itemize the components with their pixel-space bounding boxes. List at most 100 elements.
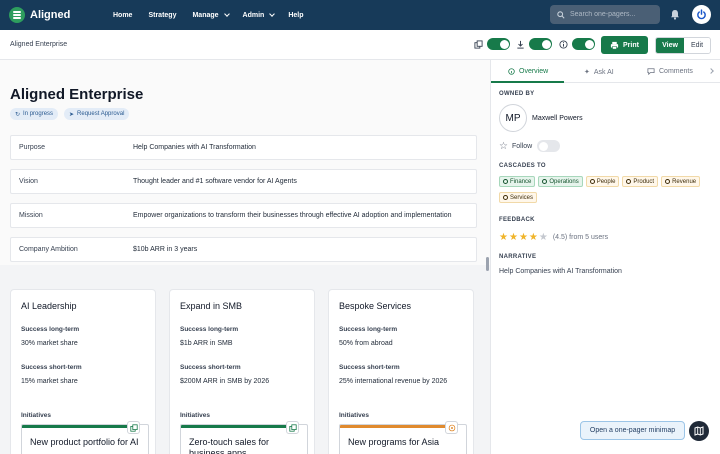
edit-button[interactable]: Edit — [684, 38, 710, 53]
copy-icon[interactable] — [127, 421, 140, 434]
nav-home[interactable]: Home — [113, 12, 132, 19]
copy-toggle-group — [474, 38, 510, 50]
star-icon: ★ — [499, 232, 508, 243]
initiative-name: Zero-touch sales for business apps — [189, 437, 270, 454]
view-edit-switch: View Edit — [655, 37, 711, 54]
app-name: Aligned — [30, 9, 71, 21]
request-approval-badge[interactable]: ➤ Request Approval — [64, 108, 130, 120]
active-tab-indicator — [491, 81, 564, 83]
nav-strategy[interactable]: Strategy — [148, 12, 176, 19]
status-badge[interactable]: ↻ In progress — [10, 108, 59, 120]
initiatives-label: Initiatives — [180, 412, 210, 419]
mission-row: Mission Empower organizations to transfo… — [10, 203, 477, 228]
initiative-name: New product portfolio for AI — [30, 437, 139, 447]
row-label: Company Ambition — [19, 246, 78, 253]
page-title: Aligned Enterprise — [10, 86, 144, 103]
avatar[interactable]: MP — [499, 104, 527, 132]
initiative-progress-bar — [181, 425, 289, 428]
narrative-text: Help Companies with AI Transformation — [499, 268, 622, 275]
objective-card[interactable]: Bespoke Services Success long-term 50% f… — [328, 289, 474, 454]
initiative-name: New programs for Asia — [348, 437, 440, 447]
page-toolbar: Aligned Enterprise Print View Edit — [0, 30, 720, 60]
row-label: Purpose — [19, 144, 46, 151]
panel-tabs: Overview ✦ Ask AI Comments — [491, 60, 720, 83]
tab-comments[interactable]: Comments — [647, 68, 693, 75]
card-title: Bespoke Services — [339, 301, 412, 311]
scroll-handle[interactable] — [486, 257, 489, 271]
long-term-value: 30% market share — [21, 340, 78, 347]
info-toggle[interactable] — [572, 38, 595, 50]
cascade-chip[interactable]: Operations — [538, 176, 583, 187]
top-navbar: Aligned Home Strategy Manage Admin Help — [0, 0, 720, 30]
copy-toggle[interactable] — [487, 38, 510, 50]
long-term-label: Success long-term — [339, 326, 398, 333]
logo[interactable]: Aligned — [9, 7, 103, 23]
cascades-list: Finance Operations People Product Revenu… — [499, 176, 714, 208]
tab-ask-ai[interactable]: ✦ Ask AI — [584, 68, 614, 77]
logo-icon — [9, 7, 25, 23]
star-icon: ★ — [508, 232, 518, 243]
star-icon: ★ — [528, 232, 538, 243]
print-button[interactable]: Print — [601, 36, 648, 54]
nav-admin[interactable]: Admin — [243, 11, 276, 19]
card-title: AI Leadership — [21, 301, 77, 311]
map-button[interactable] — [689, 421, 709, 441]
download-toggle[interactable] — [529, 38, 552, 50]
status-dot-icon — [665, 179, 671, 184]
copy-icon — [474, 39, 483, 49]
info-toggle-group — [559, 38, 595, 50]
short-term-label: Success short-term — [21, 364, 82, 371]
view-button[interactable]: View — [656, 38, 684, 53]
nav-help[interactable]: Help — [288, 12, 303, 19]
cascade-chip[interactable]: Finance — [499, 176, 536, 187]
status-dot-icon — [542, 179, 548, 184]
row-label: Mission — [19, 212, 43, 219]
tab-overview[interactable]: Overview — [508, 68, 548, 75]
download-toggle-group — [516, 38, 552, 50]
breadcrumb: Aligned Enterprise — [10, 41, 68, 48]
short-term-value: 25% international revenue by 2026 — [339, 378, 448, 385]
cascade-chip[interactable]: People — [585, 176, 620, 187]
bell-icon[interactable] — [670, 9, 680, 20]
row-value: $10b ARR in 3 years — [133, 246, 198, 253]
long-term-value: $1b ARR in SMB — [180, 340, 233, 347]
search-box — [550, 5, 660, 24]
power-button[interactable] — [692, 5, 711, 24]
objective-card[interactable]: Expand in SMB Success long-term $1b ARR … — [169, 289, 315, 454]
cascade-chip[interactable]: Product — [622, 176, 659, 187]
initiatives-label: Initiatives — [339, 412, 369, 419]
follow-toggle[interactable] — [537, 140, 561, 152]
refresh-icon: ↻ — [15, 111, 21, 118]
vision-row: Vision Thought leader and #1 software ve… — [10, 169, 477, 194]
search-input[interactable] — [570, 11, 655, 18]
power-icon — [697, 9, 706, 20]
initiatives-label: Initiatives — [21, 412, 51, 419]
comment-icon — [647, 68, 655, 75]
status-dot-icon — [589, 179, 595, 184]
minimap-button[interactable]: Open a one-pager minimap — [580, 421, 685, 440]
short-term-label: Success short-term — [339, 364, 400, 371]
main-content: Aligned Enterprise ↻ In progress ➤ Reque… — [0, 60, 490, 454]
long-term-label: Success long-term — [21, 326, 80, 333]
nav-manage[interactable]: Manage — [192, 11, 230, 19]
short-term-label: Success short-term — [180, 364, 241, 371]
cascade-chip[interactable]: Revenue — [661, 176, 701, 187]
row-value: Help Companies with AI Transformation — [133, 144, 256, 151]
details-panel: Overview ✦ Ask AI Comments OWNED BY MP M… — [490, 60, 720, 454]
row-value: Thought leader and #1 software vendor fo… — [133, 178, 297, 185]
row-label: Vision — [19, 178, 38, 185]
rating-text: (4.5) from 5 users — [552, 234, 609, 241]
refresh-icon[interactable] — [445, 421, 458, 434]
objective-card[interactable]: AI Leadership Success long-term 30% mark… — [10, 289, 156, 454]
chevron-right-icon[interactable] — [708, 68, 714, 74]
chevron-down-icon — [269, 11, 276, 17]
owned-by-heading: OWNED BY — [499, 91, 535, 97]
narrative-heading: NARRATIVE — [499, 254, 537, 260]
rating-stars[interactable]: ★ ★ ★ ★ ★ (4.5) from 5 users — [499, 232, 608, 243]
cascade-chip[interactable]: Services — [499, 192, 538, 203]
long-term-label: Success long-term — [180, 326, 239, 333]
star-outline-icon: ☆ — [499, 140, 508, 152]
copy-icon[interactable] — [286, 421, 299, 434]
long-term-value: 50% from abroad — [339, 340, 393, 347]
follow-label: Follow — [511, 142, 533, 150]
